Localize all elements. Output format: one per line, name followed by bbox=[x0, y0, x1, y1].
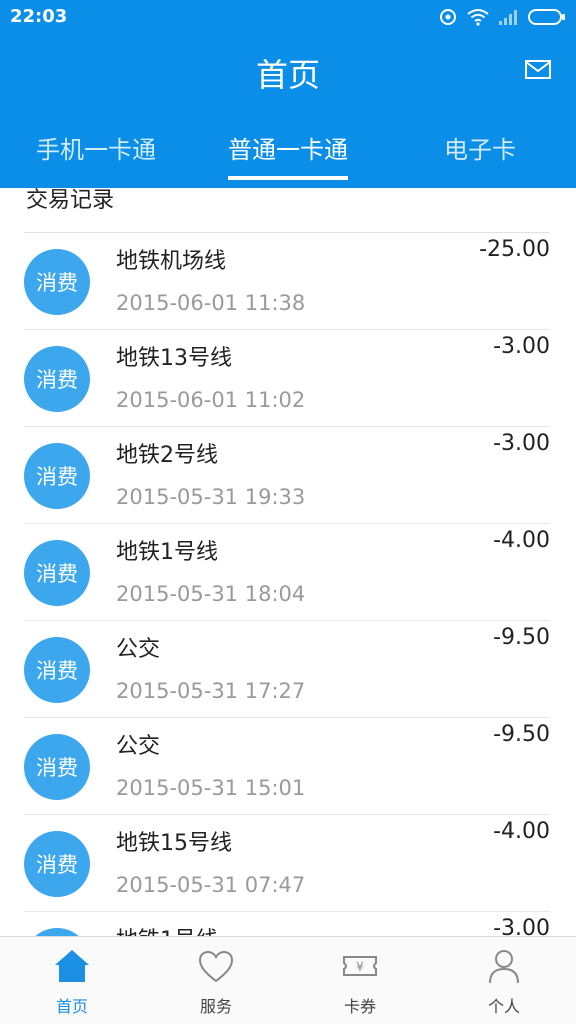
list-item[interactable]: 消费 地铁15号线 2015-05-31 07:47 -4.00 bbox=[24, 815, 550, 912]
transaction-time: 2015-05-31 07:47 bbox=[116, 873, 306, 897]
consumption-badge: 消费 bbox=[24, 443, 90, 509]
nav-home[interactable]: 首页 bbox=[0, 937, 144, 1024]
nav-label: 卡券 bbox=[343, 997, 376, 1016]
transaction-name: 地铁机场线 bbox=[116, 249, 227, 274]
transaction-amount: -3.00 bbox=[493, 431, 550, 456]
consumption-badge: 消费 bbox=[24, 928, 90, 936]
list-item[interactable]: 消费 公交 2015-05-31 17:27 -9.50 bbox=[24, 621, 550, 718]
list-item[interactable]: 消费 地铁13号线 2015-06-01 11:02 -3.00 bbox=[24, 330, 550, 427]
nav-label: 服务 bbox=[199, 997, 232, 1016]
list-item[interactable]: 消费 公交 2015-05-31 15:01 -9.50 bbox=[24, 718, 550, 815]
mail-icon bbox=[525, 60, 551, 79]
status-icons bbox=[438, 6, 566, 28]
transaction-name: 地铁13号线 bbox=[116, 346, 232, 371]
card-type-tabs: 手机一卡通 普通一卡通 电子卡 bbox=[0, 118, 576, 188]
transaction-time: 2015-05-31 15:01 bbox=[116, 776, 306, 800]
transaction-amount: -3.00 bbox=[493, 916, 550, 936]
transaction-amount: -9.50 bbox=[493, 722, 550, 747]
tab-e-card[interactable]: 电子卡 bbox=[384, 118, 576, 188]
transaction-time: 2015-05-31 17:27 bbox=[116, 679, 306, 703]
transaction-name: 地铁1号线 bbox=[116, 922, 218, 936]
transaction-name: 地铁15号线 bbox=[116, 831, 232, 856]
tab-mobile-card[interactable]: 手机一卡通 bbox=[0, 118, 192, 188]
consumption-badge: 消费 bbox=[24, 637, 90, 703]
signal-icon bbox=[499, 10, 517, 25]
transaction-amount: -4.00 bbox=[493, 819, 550, 844]
transaction-name: 公交 bbox=[116, 637, 161, 662]
nav-service[interactable]: 服务 bbox=[144, 937, 288, 1024]
list-item[interactable]: 消费 地铁机场线 2015-06-01 11:38 -25.00 bbox=[24, 233, 550, 330]
status-time: 22:03 bbox=[10, 6, 68, 27]
consumption-badge: 消费 bbox=[24, 831, 90, 897]
transaction-amount: -4.00 bbox=[493, 528, 550, 553]
list-item[interactable]: 消费 地铁1号线 2015-05-31 18:04 -4.00 bbox=[24, 524, 550, 621]
nav-label: 首页 bbox=[55, 997, 88, 1016]
transaction-name: 地铁2号线 bbox=[116, 443, 218, 468]
svg-text:¥: ¥ bbox=[356, 960, 364, 974]
location-icon bbox=[440, 9, 456, 25]
consumption-badge: 消费 bbox=[24, 249, 90, 315]
transaction-amount: -9.50 bbox=[493, 625, 550, 650]
transaction-name: 公交 bbox=[116, 734, 161, 759]
consumption-badge: 消费 bbox=[24, 346, 90, 412]
transaction-name: 地铁1号线 bbox=[116, 540, 218, 565]
home-icon bbox=[55, 950, 89, 982]
message-button[interactable] bbox=[524, 58, 552, 82]
ticket-icon: ¥ bbox=[343, 956, 377, 976]
list-item[interactable]: 消费 地铁1号线 -3.00 bbox=[24, 912, 550, 936]
tab-normal-card[interactable]: 普通一卡通 bbox=[192, 118, 384, 188]
section-title: 交易记录 bbox=[26, 188, 115, 213]
page-title: 首页 bbox=[255, 56, 320, 94]
tab-label: 普通一卡通 bbox=[228, 136, 348, 164]
app-header: 22:03 首页 手机一卡通 普通一卡通 电子卡 bbox=[0, 0, 576, 188]
tab-label: 电子卡 bbox=[444, 136, 516, 164]
transaction-list: 消费 地铁机场线 2015-06-01 11:38 -25.00 消费 地铁13… bbox=[0, 233, 576, 936]
nav-label: 个人 bbox=[487, 997, 520, 1016]
transaction-time: 2015-05-31 19:33 bbox=[116, 485, 306, 509]
list-item[interactable]: 消费 地铁2号线 2015-05-31 19:33 -3.00 bbox=[24, 427, 550, 524]
transaction-time: 2015-06-01 11:02 bbox=[116, 388, 306, 412]
nav-coupons[interactable]: ¥ 卡券 bbox=[288, 937, 432, 1024]
wifi-icon bbox=[467, 9, 489, 26]
consumption-badge: 消费 bbox=[24, 540, 90, 606]
status-bar: 22:03 bbox=[0, 0, 576, 34]
transaction-amount: -25.00 bbox=[479, 237, 550, 262]
bottom-navigation: 首页 服务 ¥ 卡券 个人 bbox=[0, 936, 576, 1024]
active-tab-indicator bbox=[228, 176, 348, 180]
heart-icon bbox=[198, 950, 234, 983]
consumption-badge: 消费 bbox=[24, 734, 90, 800]
transaction-time: 2015-05-31 18:04 bbox=[116, 582, 306, 606]
person-icon bbox=[489, 950, 519, 984]
nav-profile[interactable]: 个人 bbox=[432, 937, 576, 1024]
transaction-time: 2015-06-01 11:38 bbox=[116, 291, 306, 315]
tab-label: 手机一卡通 bbox=[36, 136, 156, 164]
transaction-list-scroll[interactable]: 交易记录 消费 地铁机场线 2015-06-01 11:38 -25.00 消费… bbox=[0, 188, 576, 936]
transaction-amount: -3.00 bbox=[493, 334, 550, 359]
battery-icon bbox=[528, 9, 565, 25]
